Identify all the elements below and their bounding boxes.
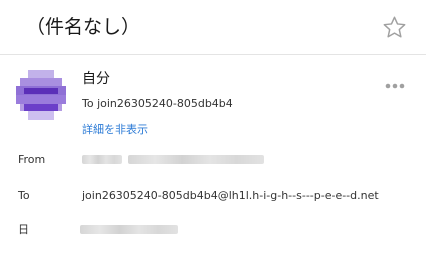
sender-name: 自分 bbox=[82, 71, 110, 87]
from-name-redacted bbox=[82, 155, 122, 164]
from-label: From bbox=[18, 153, 46, 166]
more-options-icon[interactable] bbox=[384, 80, 406, 92]
email-detail-view: （件名なし） 自分 To join26305240-805db4b4 詳細を非表… bbox=[0, 0, 426, 270]
date-value-redacted bbox=[80, 225, 178, 234]
avatar bbox=[16, 70, 66, 120]
from-address-redacted bbox=[128, 155, 264, 164]
email-subject: （件名なし） bbox=[26, 16, 141, 38]
star-icon[interactable] bbox=[382, 15, 407, 40]
email-header: （件名なし） bbox=[0, 0, 426, 55]
hide-details-link[interactable]: 詳細を非表示 bbox=[82, 123, 148, 137]
to-address[interactable]: join26305240-805db4b4@lh1l.h-i-g-h--s---… bbox=[82, 189, 379, 203]
sender-recipient-summary: To join26305240-805db4b4 bbox=[82, 97, 233, 110]
to-label: To bbox=[18, 189, 30, 202]
date-label: 日 bbox=[18, 223, 29, 236]
